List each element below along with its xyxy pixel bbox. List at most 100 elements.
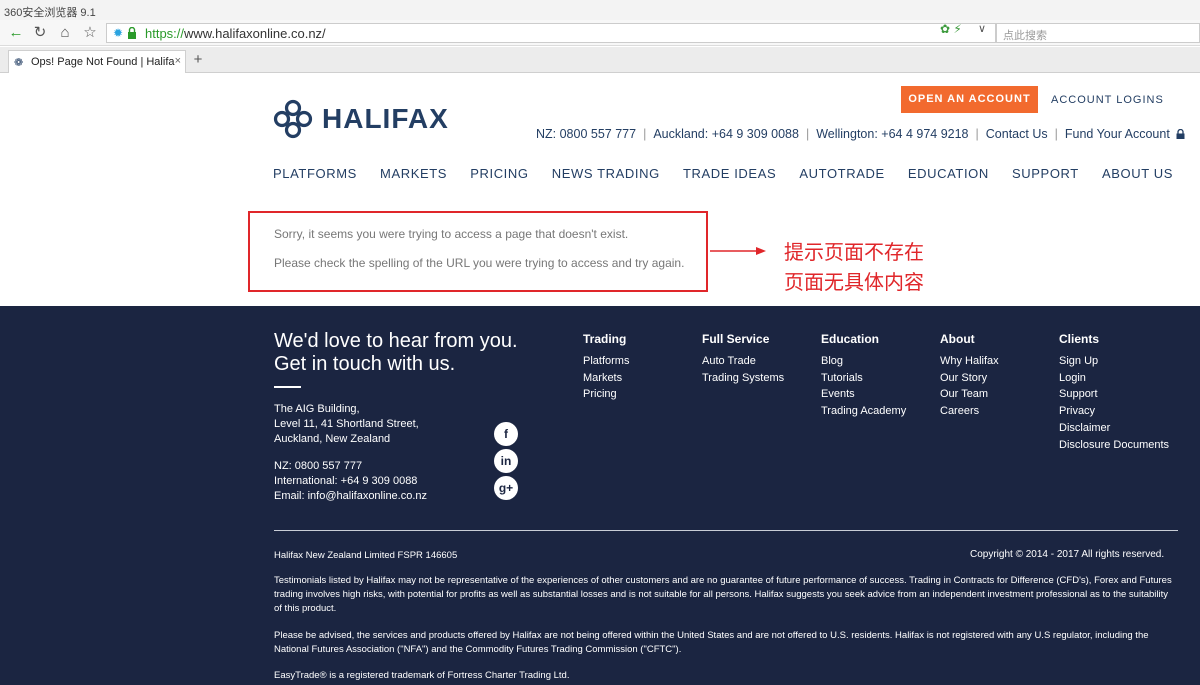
nav-pricing[interactable]: PRICING [470, 166, 528, 181]
footer-col-title: Education [821, 332, 880, 346]
halifax-logo[interactable]: HALIFAX [272, 98, 449, 140]
footer-link[interactable]: Events [821, 386, 906, 403]
footer-link[interactable]: Trading Academy [821, 403, 906, 420]
nav-support[interactable]: SUPPORT [1012, 166, 1079, 181]
address-bar[interactable]: ✹ https://www.halifaxonline.co.nz/ [106, 23, 996, 43]
new-tab-icon[interactable]: + [190, 51, 206, 68]
footer-link[interactable]: Trading Systems [702, 370, 784, 387]
tab-title: Ops! Page Not Found | Halifa [31, 56, 175, 68]
footer-link[interactable]: Disclaimer [1059, 420, 1169, 437]
footer-divider-bar [274, 386, 301, 388]
footer-link[interactable]: Why Halifax [940, 353, 999, 370]
footer-address: The AIG Building, Level 11, 41 Shortland… [274, 402, 419, 447]
annotation-line1: 提示页面不存在 [784, 240, 924, 264]
chevron-down-icon[interactable]: ∨ [978, 22, 986, 35]
footer-link[interactable]: Auto Trade [702, 353, 784, 370]
nav-education[interactable]: EDUCATION [908, 166, 989, 181]
footer-link[interactable]: Blog [821, 353, 906, 370]
main-navigation: PLATFORMS MARKETS PRICING NEWS TRADING T… [273, 166, 1173, 181]
refresh-icon[interactable]: ↻ [30, 23, 50, 43]
halifax-favicon-icon: ❁ [14, 57, 24, 69]
footer-link[interactable]: Careers [940, 403, 999, 420]
nav-about-us[interactable]: ABOUT US [1102, 166, 1173, 181]
footer-rule [274, 530, 1178, 531]
browser-toolbar: ← ↻ ⌂ ☆ ✹ https://www.halifaxonline.co.n… [0, 20, 1200, 46]
footer-col-title: Clients [1059, 332, 1100, 346]
nav-news-trading[interactable]: NEWS TRADING [552, 166, 660, 181]
footer-link[interactable]: Disclosure Documents [1059, 437, 1169, 454]
footer-col-trading: Trading Platforms Markets Pricing [583, 332, 629, 403]
star-icon[interactable]: ☆ [80, 23, 100, 43]
footer-col-title: Trading [583, 332, 627, 346]
nav-trade-ideas[interactable]: TRADE IDEAS [683, 166, 776, 181]
auckland-phone: Auckland: +64 9 309 0088 [653, 127, 799, 141]
logo-text: HALIFAX [322, 103, 449, 134]
footer-nz-phone: NZ: 0800 557 777 [274, 460, 363, 472]
tab-bar: ❁ Ops! Page Not Found | Halifa × + [0, 47, 1200, 73]
error-message-line1: Sorry, it seems you were trying to acces… [274, 227, 629, 241]
browser-app-title: 360安全浏览器 9.1 [4, 7, 96, 19]
url-domain: www.halifaxonline.co.nz/ [184, 26, 326, 41]
footer-link[interactable]: Pricing [583, 386, 629, 403]
trademark-note: EasyTrade® is a registered trademark of … [274, 670, 570, 681]
speed-mode-icon[interactable]: ✿ ⚡ [940, 22, 962, 36]
footer-heading: We'd love to hear from you. Get in touch… [274, 330, 518, 376]
footer-contact: NZ: 0800 557 777 International: +64 9 30… [274, 459, 427, 504]
footer-link[interactable]: Tutorials [821, 370, 906, 387]
fund-account-link[interactable]: Fund Your Account [1065, 127, 1170, 141]
wellington-phone: Wellington: +64 4 974 9218 [816, 127, 969, 141]
home-icon[interactable]: ⌂ [55, 23, 75, 43]
footer-heading-line2: Get in touch with us. [274, 353, 456, 375]
back-icon[interactable]: ← [6, 23, 26, 43]
url-text[interactable]: https://www.halifaxonline.co.nz/ [145, 26, 326, 41]
footer-link[interactable]: Login [1059, 370, 1169, 387]
google-plus-icon[interactable]: g+ [494, 476, 518, 500]
error-message-line2: Please check the spelling of the URL you… [274, 256, 685, 270]
footer-col-full-service: Full Service Auto Trade Trading Systems [702, 332, 784, 386]
footer-link[interactable]: Markets [583, 370, 629, 387]
linkedin-icon[interactable]: in [494, 449, 518, 473]
contact-line: NZ: 0800 557 777 | Auckland: +64 9 309 008… [536, 127, 1185, 141]
url-scheme: https:// [145, 26, 185, 41]
disclaimer-testimonials: Testimonials listed by Halifax may not b… [274, 575, 1172, 614]
open-account-button[interactable]: OPEN AN ACCOUNT [901, 86, 1038, 113]
facebook-icon[interactable]: f [494, 422, 518, 446]
search-input[interactable]: 点此搜索 [996, 23, 1200, 43]
footer-link[interactable]: Platforms [583, 353, 629, 370]
footer-link[interactable]: Privacy [1059, 403, 1169, 420]
footer-email[interactable]: Email: info@halifaxonline.co.nz [274, 489, 427, 504]
address-line: Auckland, New Zealand [274, 433, 391, 445]
footer-intl-phone: International: +64 9 309 0088 [274, 475, 418, 487]
lock-icon [128, 27, 136, 39]
halifax-knot-icon [273, 99, 313, 139]
error-highlight-box [248, 211, 708, 292]
tab-page-not-found[interactable]: ❁ Ops! Page Not Found | Halifa × [8, 50, 186, 73]
account-logins-link[interactable]: ACCOUNT LOGINS [1051, 94, 1164, 106]
footer-col-education: Education Blog Tutorials Events Trading … [821, 332, 906, 420]
site-footer: We'd love to hear from you. Get in touch… [0, 306, 1200, 685]
footer-heading-line1: We'd love to hear from you. [274, 330, 518, 352]
annotation-line2: 页面无具体内容 [784, 270, 924, 294]
lock-icon [1176, 128, 1185, 139]
security-shield-icon: ✹ [113, 26, 124, 40]
nav-platforms[interactable]: PLATFORMS [273, 166, 357, 181]
nz-phone: NZ: 0800 557 777 [536, 127, 637, 141]
address-line: Level 11, 41 Shortland Street, [274, 418, 419, 430]
nav-autotrade[interactable]: AUTOTRADE [799, 166, 884, 181]
footer-link[interactable]: Our Team [940, 386, 999, 403]
contact-us-link[interactable]: Contact Us [986, 127, 1048, 141]
footer-col-clients: Clients Sign Up Login Support Privacy Di… [1059, 332, 1169, 453]
disclaimer-us: Please be advised, the services and prod… [274, 630, 1149, 655]
footer-link[interactable]: Support [1059, 386, 1169, 403]
footer-link[interactable]: Sign Up [1059, 353, 1169, 370]
footer-col-title: About [940, 332, 975, 346]
browser-title-bar: 360安全浏览器 9.1 [0, 0, 1200, 20]
nav-markets[interactable]: MARKETS [380, 166, 447, 181]
footer-link[interactable]: Our Story [940, 370, 999, 387]
footer-col-title: Full Service [702, 332, 770, 346]
close-tab-icon[interactable]: × [175, 55, 181, 67]
annotation-note: 提示页面不存在 页面无具体内容 [784, 237, 924, 297]
address-line: The AIG Building, [274, 403, 360, 415]
copyright: Copyright © 2014 - 2017 All rights reser… [970, 549, 1165, 560]
annotation-arrow-icon [710, 247, 766, 255]
